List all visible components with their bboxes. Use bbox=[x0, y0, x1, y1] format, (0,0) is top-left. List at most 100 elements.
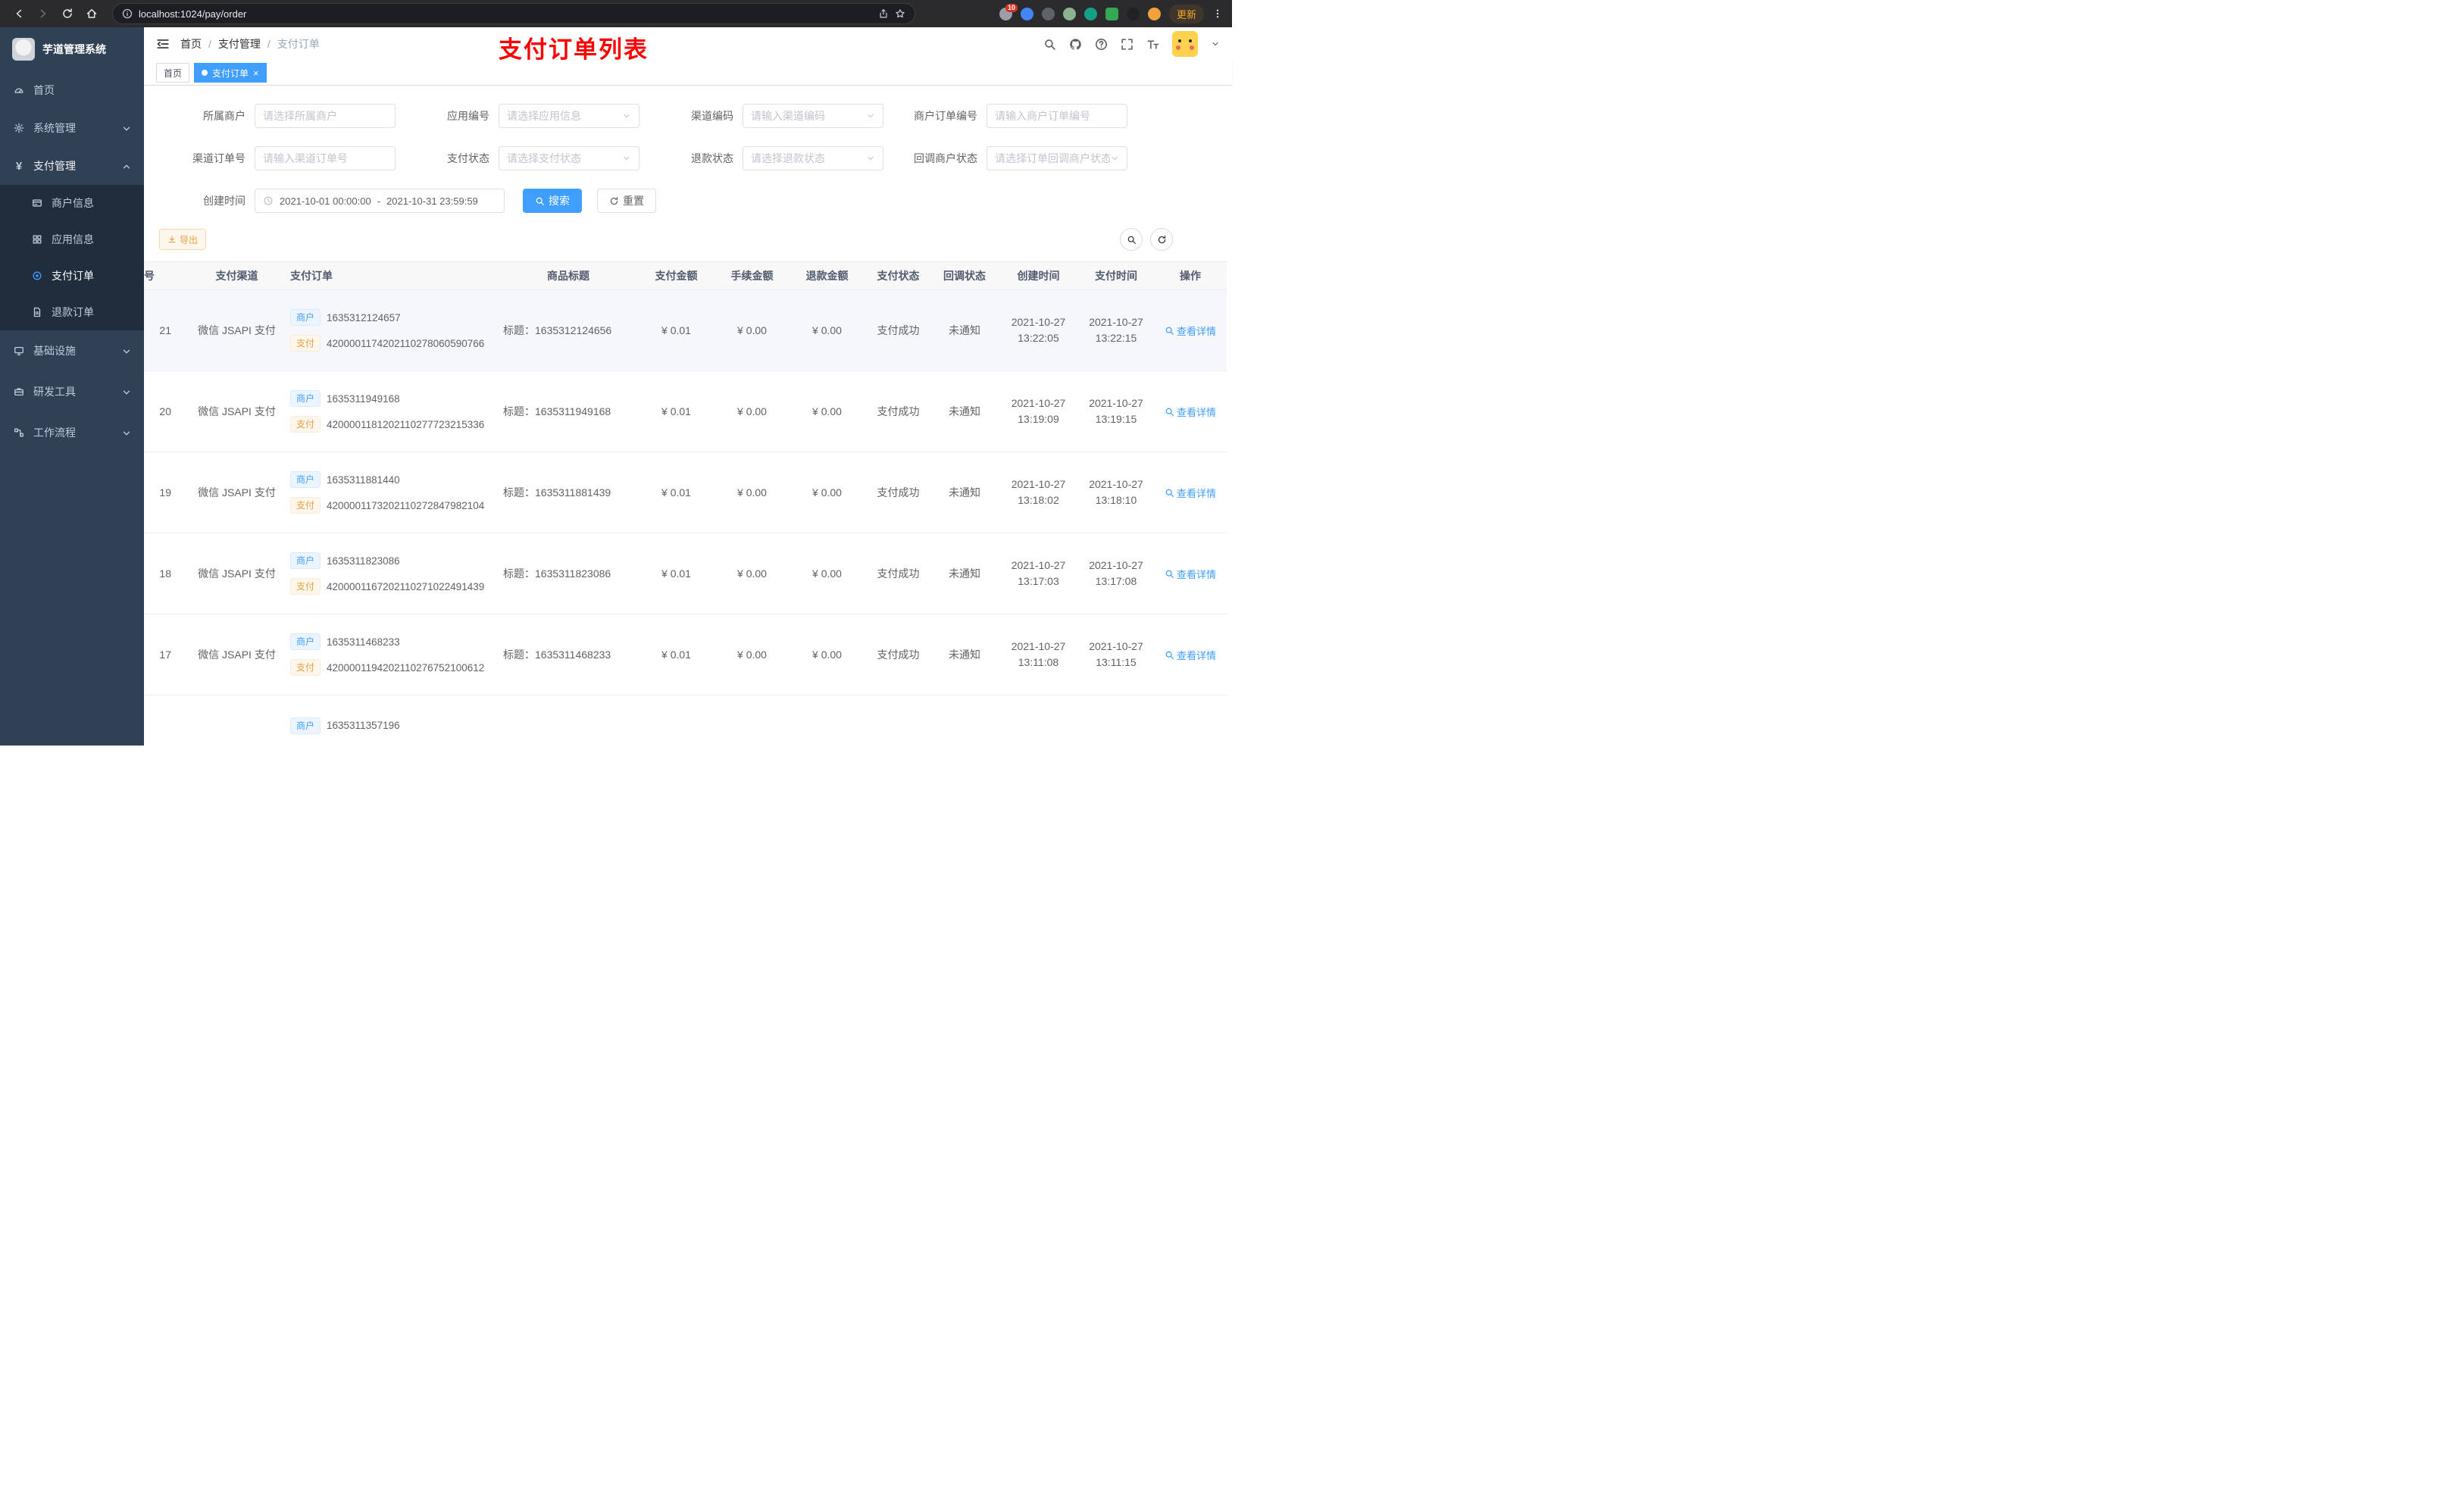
tab-pay-order[interactable]: 支付订单 × bbox=[194, 63, 267, 83]
export-button[interactable]: 导出 bbox=[159, 229, 207, 250]
filter-text-input[interactable] bbox=[507, 110, 622, 122]
sidebar-item-dev-tools[interactable]: 研发工具 bbox=[0, 371, 144, 412]
filter-form: 所属商户 应用编号 渠道编码 商户订单编号 渠道订单号 bbox=[144, 86, 1232, 213]
toggle-search-button[interactable] bbox=[1120, 228, 1143, 251]
reload-button[interactable] bbox=[58, 4, 77, 23]
bookmark-star-icon[interactable] bbox=[895, 8, 905, 19]
filter-text-input[interactable] bbox=[995, 110, 1119, 122]
site-info-icon[interactable] bbox=[122, 8, 133, 19]
cell-amount: ¥ 0.01 bbox=[661, 486, 691, 499]
filter-text-input[interactable] bbox=[751, 110, 866, 122]
filter-input[interactable] bbox=[987, 146, 1127, 170]
column-header: 支付状态 bbox=[877, 270, 920, 282]
extension-icon-blue[interactable] bbox=[1020, 7, 1033, 20]
filter-text-input[interactable] bbox=[507, 152, 622, 164]
filter-label: 回调商户状态 bbox=[914, 152, 977, 164]
extension-icon-puzzle[interactable]: 10 bbox=[999, 3, 1018, 20]
cell-pay-time: 2021-10-27 13:11:15 bbox=[1089, 640, 1143, 668]
refresh-table-button[interactable] bbox=[1150, 228, 1173, 251]
bank-card-icon bbox=[30, 198, 44, 208]
browser-menu-icon[interactable] bbox=[1212, 8, 1223, 19]
home-button[interactable] bbox=[82, 4, 102, 23]
avatar-caret-icon[interactable] bbox=[1211, 39, 1220, 48]
chevron-down-icon bbox=[121, 386, 132, 398]
merchant-tag: 商户 bbox=[290, 309, 321, 326]
extension-icon-teal[interactable] bbox=[1083, 7, 1097, 20]
column-header: 支付渠道 bbox=[215, 270, 258, 282]
user-avatar[interactable] bbox=[1172, 31, 1198, 57]
cell-pay-order: 商户 1635311949168 支付 42000011812021102777… bbox=[284, 371, 500, 452]
breadcrumb-home[interactable]: 首页 bbox=[180, 36, 202, 52]
sidebar-item-infra[interactable]: 基础设施 bbox=[0, 330, 144, 371]
document-icon bbox=[30, 307, 44, 317]
fullscreen-icon[interactable] bbox=[1121, 38, 1134, 51]
cell-pay-time: 2021-10-27 13:17:08 bbox=[1089, 559, 1143, 587]
search-icon[interactable] bbox=[1043, 38, 1056, 51]
filter-input[interactable] bbox=[987, 104, 1127, 128]
filter-input[interactable] bbox=[255, 104, 396, 128]
sidebar-item-merchant-info[interactable]: 商户信息 bbox=[0, 185, 144, 221]
gear-icon bbox=[12, 123, 26, 133]
view-detail-link[interactable]: 查看详情 bbox=[1165, 405, 1216, 419]
merchant-order-no: 1635311468233 bbox=[327, 636, 400, 648]
share-icon[interactable] bbox=[878, 8, 889, 19]
pay-tag: 支付 bbox=[290, 335, 321, 352]
cell-id: 19 bbox=[159, 486, 171, 499]
filter-input[interactable] bbox=[743, 146, 883, 170]
cell-fee: ¥ 0.00 bbox=[737, 649, 767, 661]
tab-home[interactable]: 首页 bbox=[156, 63, 190, 83]
column-header: 支付时间 bbox=[1095, 270, 1137, 282]
date-range-picker[interactable]: 2021-10-01 00:00:00 - 2021-10-31 23:59:5… bbox=[255, 189, 505, 213]
sidebar-fold-icon[interactable] bbox=[156, 37, 170, 51]
close-icon[interactable]: × bbox=[253, 68, 259, 78]
filter-field: 应用编号 bbox=[396, 104, 639, 128]
filter-text-input[interactable] bbox=[263, 110, 387, 122]
filter-input[interactable] bbox=[255, 146, 396, 170]
sidebar-item-pay-order[interactable]: 支付订单 bbox=[0, 258, 144, 294]
filter-input[interactable] bbox=[499, 146, 639, 170]
cell-id: 20 bbox=[159, 405, 171, 417]
sidebar-item-home[interactable]: 首页 bbox=[0, 71, 144, 109]
view-detail-link[interactable]: 查看详情 bbox=[1165, 324, 1216, 338]
sidebar-item-app-info[interactable]: 应用信息 bbox=[0, 221, 144, 258]
profile-avatar-icon[interactable] bbox=[1147, 7, 1161, 20]
chevron-down-icon bbox=[1112, 156, 1118, 161]
filter-input[interactable] bbox=[499, 104, 639, 128]
sidebar-item-workflow[interactable]: 工作流程 bbox=[0, 412, 144, 453]
sidebar-item-refund-order[interactable]: 退款订单 bbox=[0, 294, 144, 330]
filter-field: 退款状态 bbox=[639, 146, 883, 170]
sidebar-item-system[interactable]: 系统管理 bbox=[0, 109, 144, 147]
filter-input[interactable] bbox=[743, 104, 883, 128]
filter-text-input[interactable] bbox=[751, 152, 866, 164]
browser-update-button[interactable]: 更新 bbox=[1168, 4, 1204, 23]
search-button[interactable]: 搜索 bbox=[523, 189, 582, 213]
font-size-icon[interactable] bbox=[1146, 38, 1159, 51]
github-icon[interactable] bbox=[1069, 38, 1082, 51]
reset-button[interactable]: 重置 bbox=[597, 189, 656, 213]
extension-icon-gray[interactable] bbox=[1041, 7, 1055, 20]
filter-field: 支付状态 bbox=[396, 146, 639, 170]
extension-icon-green-light[interactable] bbox=[1062, 7, 1076, 20]
page-content: 所属商户 应用编号 渠道编码 商户订单编号 渠道订单号 bbox=[144, 86, 1232, 746]
extensions-pin-icon[interactable] bbox=[1126, 7, 1140, 20]
view-detail-link[interactable]: 查看详情 bbox=[1165, 648, 1216, 662]
forward-button[interactable] bbox=[33, 4, 53, 23]
address-bar[interactable]: localhost:1024/pay/order bbox=[112, 3, 915, 24]
toolbox-icon bbox=[12, 386, 26, 397]
extension-icon-green-square[interactable] bbox=[1105, 7, 1118, 20]
cell-notify-status: 未通知 bbox=[949, 324, 980, 336]
clock-icon bbox=[264, 196, 273, 205]
pay-order-no: 4200001194202110276752100612 bbox=[327, 661, 485, 674]
view-detail-link[interactable]: 查看详情 bbox=[1165, 567, 1216, 581]
filter-text-input[interactable] bbox=[995, 152, 1110, 164]
back-button[interactable] bbox=[9, 4, 29, 23]
chevron-down-icon bbox=[868, 114, 874, 118]
cell-pay-time: 2021-10-27 13:18:10 bbox=[1089, 478, 1143, 506]
help-icon[interactable] bbox=[1095, 38, 1108, 51]
view-detail-link[interactable]: 查看详情 bbox=[1165, 486, 1216, 500]
column-header: 操作 bbox=[1180, 270, 1201, 282]
breadcrumb-pay[interactable]: 支付管理 bbox=[218, 36, 261, 52]
sidebar-item-pay[interactable]: ¥ 支付管理 bbox=[0, 147, 144, 185]
filter-text-input[interactable] bbox=[263, 152, 387, 164]
cell-amount: ¥ 0.01 bbox=[661, 405, 691, 417]
